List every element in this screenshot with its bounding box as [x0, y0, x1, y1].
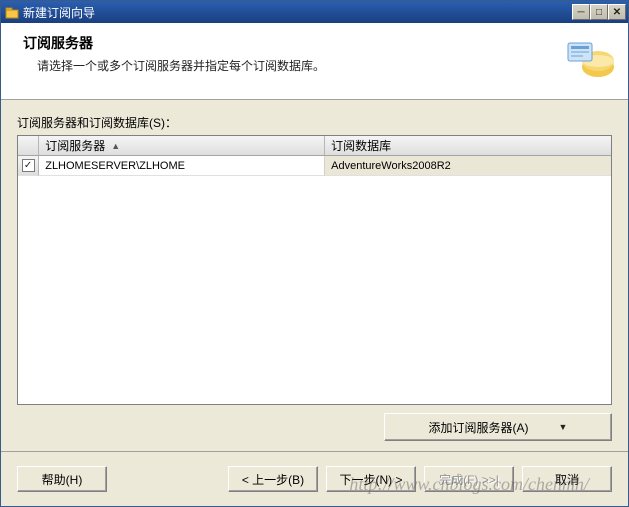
- app-icon: [5, 5, 19, 19]
- grid-rows: ✓ ZLHOMESERVER\ZLHOME AdventureWorks2008…: [18, 156, 611, 404]
- add-subscriber-button[interactable]: 添加订阅服务器(A) ▼: [384, 413, 612, 441]
- wizard-window: 新建订阅向导 ─ □ ✕ 订阅服务器 请选择一个或多个订阅服务器并指定每个订阅数…: [0, 0, 629, 507]
- next-button[interactable]: 下一步(N) >: [326, 466, 416, 492]
- table-row[interactable]: ✓ ZLHOMESERVER\ZLHOME AdventureWorks2008…: [18, 156, 611, 176]
- help-button[interactable]: 帮助(H): [17, 466, 107, 492]
- window-buttons: ─ □ ✕: [572, 4, 626, 20]
- grid-label: 订阅服务器和订阅数据库(S)：: [17, 114, 612, 131]
- window-title: 新建订阅向导: [23, 4, 572, 21]
- page-subtitle: 请选择一个或多个订阅服务器并指定每个订阅数据库。: [23, 57, 554, 74]
- column-header-checkbox[interactable]: [18, 136, 39, 155]
- maximize-button[interactable]: □: [590, 4, 608, 20]
- footer: 帮助(H) < 上一步(B) 下一步(N) > 完成(F) >>| 取消: [1, 451, 628, 506]
- row-checkbox[interactable]: ✓: [22, 159, 35, 172]
- column-header-database-label: 订阅数据库: [331, 137, 391, 154]
- wizard-icon: [564, 33, 616, 85]
- chevron-down-icon: ▼: [559, 422, 568, 432]
- column-header-database[interactable]: 订阅数据库: [325, 136, 611, 155]
- header-pane: 订阅服务器 请选择一个或多个订阅服务器并指定每个订阅数据库。: [1, 23, 628, 100]
- back-button[interactable]: < 上一步(B): [228, 466, 318, 492]
- row-checkbox-cell[interactable]: ✓: [18, 156, 39, 176]
- titlebar: 新建订阅向导 ─ □ ✕: [1, 1, 628, 23]
- finish-button: 完成(F) >>|: [424, 466, 514, 492]
- add-subscriber-label: 添加订阅服务器(A): [429, 419, 529, 436]
- minimize-button[interactable]: ─: [572, 4, 590, 20]
- subscriber-grid: 订阅服务器 ▲ 订阅数据库 ✓ ZLHOMESERVER\ZLHOME Adve…: [17, 135, 612, 405]
- cancel-button[interactable]: 取消: [522, 466, 612, 492]
- row-server-cell: ZLHOMESERVER\ZLHOME: [39, 156, 325, 176]
- row-database-cell[interactable]: AdventureWorks2008R2: [325, 156, 611, 176]
- body: 订阅服务器和订阅数据库(S)： 订阅服务器 ▲ 订阅数据库 ✓ ZLHOMESE…: [1, 100, 628, 451]
- column-header-server[interactable]: 订阅服务器 ▲: [39, 136, 325, 155]
- close-button[interactable]: ✕: [608, 4, 626, 20]
- page-title: 订阅服务器: [23, 33, 554, 53]
- column-header-server-label: 订阅服务器: [45, 137, 105, 154]
- sort-asc-icon: ▲: [111, 141, 120, 151]
- grid-header: 订阅服务器 ▲ 订阅数据库: [18, 136, 611, 156]
